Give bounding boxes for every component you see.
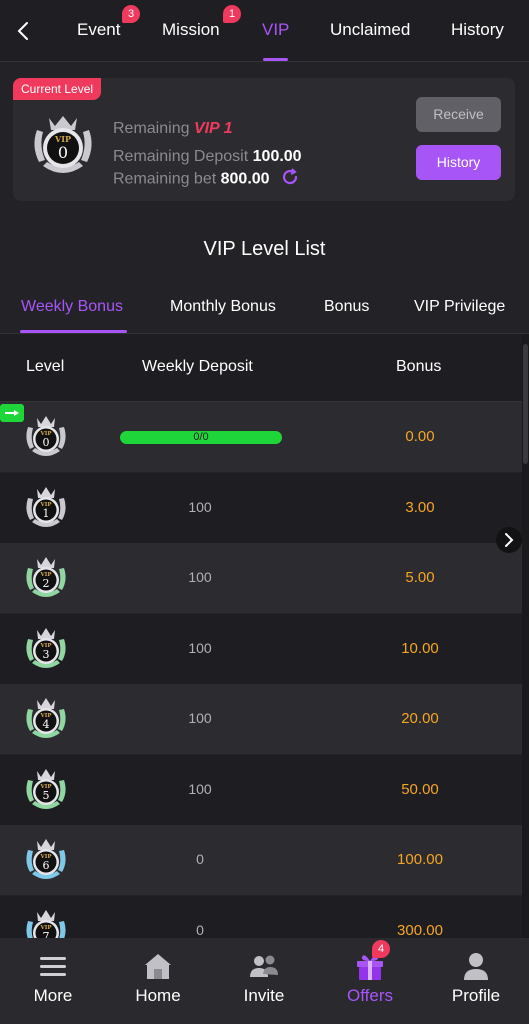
nav-label: Invite: [243, 986, 285, 1005]
chevron-right-icon[interactable]: [496, 527, 522, 553]
nav-home[interactable]: Home: [108, 938, 208, 1024]
table-row: VIP 1 100 3.00: [0, 472, 522, 543]
nav-label: Profile: [451, 986, 501, 1005]
bonus-cell: 50.00: [401, 780, 439, 798]
vip-medal-icon: VIP 7: [22, 907, 70, 939]
table-row: VIP 4 100 20.00: [0, 684, 522, 754]
profile-icon: [460, 950, 492, 982]
remaining-vip-line: Remaining VIP 1: [113, 120, 232, 138]
pointing-hand-icon: [0, 404, 24, 422]
vip-medal-icon: VIP 6: [22, 836, 70, 884]
nav-label: More: [33, 986, 73, 1005]
bonus-cell: 100.00: [397, 851, 443, 868]
current-level-card: Current Level VIP 0 Remaining VIP 1 Rema…: [13, 78, 515, 201]
medal-level-number: 0: [43, 436, 50, 449]
nav-label: Offers: [347, 986, 393, 1005]
remaining-bet-value: 800.00: [220, 170, 270, 188]
weekly-deposit-cell: 0: [196, 851, 204, 867]
bonus-cell: 0.00: [405, 428, 435, 445]
remaining-deposit-line: Remaining Deposit 100.00: [113, 148, 302, 166]
history-button[interactable]: History: [416, 145, 501, 180]
weekly-deposit-cell: 100: [188, 780, 212, 797]
vip-level-table: Level Weekly Deposit Bonus VIP 0 0/0 0.00 VI…: [0, 334, 522, 938]
nav-invite[interactable]: Invite: [214, 938, 314, 1024]
vip-medal-icon: VIP 3: [22, 625, 70, 673]
users-icon: [248, 950, 280, 982]
remaining-deposit-value: 100.00: [252, 148, 302, 165]
bonus-tabs: Weekly Bonus Monthly Bonus Bonus VIP Pri…: [0, 290, 529, 334]
table-row: VIP 2 100 5.00: [0, 543, 522, 613]
tab-monthly-bonus[interactable]: Monthly Bonus: [170, 298, 276, 316]
chevron-left-icon[interactable]: [10, 18, 36, 44]
weekly-deposit-cell: 100: [188, 498, 212, 515]
offers-badge: 4: [372, 940, 390, 958]
next-vip-level: VIP 1: [193, 120, 233, 137]
tab-history[interactable]: History: [451, 20, 504, 40]
mission-badge: 1: [223, 5, 241, 23]
table-row: VIP 0 0/0 0.00: [0, 402, 522, 472]
bonus-cell: 3.00: [405, 498, 435, 516]
medal-level-number: 3: [43, 648, 50, 661]
remaining-label: Remaining: [113, 120, 190, 137]
current-level-tag: Current Level: [13, 78, 102, 100]
table-row: VIP 7 0 300.00: [0, 895, 522, 939]
tab-vip-privilege[interactable]: VIP Privilege: [414, 298, 505, 316]
home-icon: [142, 950, 174, 982]
tab-unclaimed[interactable]: Unclaimed: [330, 20, 410, 40]
vip-medal-icon: VIP 4: [22, 695, 70, 743]
weekly-deposit-cell: 100: [188, 710, 212, 726]
tab-mission[interactable]: Mission: [162, 20, 220, 40]
vip-medal-icon: VIP 2: [22, 554, 70, 602]
vip-level-list-title: VIP Level List: [203, 238, 326, 260]
remaining-deposit-label: Remaining Deposit: [113, 148, 249, 165]
table-row: VIP 6 0 100.00: [0, 825, 522, 895]
medal-level-number: 2: [43, 577, 50, 590]
table-row: VIP 3 100 10.00: [0, 613, 522, 684]
medal-level-number: 5: [43, 789, 50, 802]
event-badge: 3: [122, 5, 140, 23]
weekly-deposit-cell: 100: [188, 639, 212, 656]
medal-level-number: 6: [43, 859, 50, 872]
tab-bonus[interactable]: Bonus: [324, 298, 369, 316]
vip-medal-icon: VIP 5: [22, 766, 70, 814]
deposit-progress-text: 0/0: [193, 431, 209, 443]
weekly-deposit-cell: 100: [188, 569, 212, 585]
bonus-cell: 20.00: [401, 710, 439, 727]
tab-active-indicator: [263, 58, 288, 61]
vip-medal-icon: VIP 1: [22, 484, 70, 532]
deposit-progress-bar: 0/0: [120, 431, 282, 444]
scroll-thumb[interactable]: [523, 344, 528, 464]
bonus-cell: 10.00: [401, 639, 439, 657]
medal-level-number: 0: [58, 143, 68, 162]
medal-level-number: 7: [43, 930, 50, 939]
header-level: Level: [26, 358, 65, 375]
table-row: VIP 5 100 50.00: [0, 754, 522, 825]
nav-label: Home: [135, 986, 181, 1005]
receive-button[interactable]: Receive: [416, 97, 501, 132]
bonus-cell: 300.00: [397, 921, 443, 939]
tab-event[interactable]: Event: [77, 20, 120, 40]
nav-offers[interactable]: 4 Offers: [320, 938, 420, 1024]
menu-icon: [37, 950, 69, 982]
table-header: Level Weekly Deposit Bonus: [0, 334, 522, 402]
top-navigation: Event 3 Mission 1 VIP Unclaimed History: [0, 0, 529, 62]
bonus-cell: 5.00: [405, 569, 435, 586]
vip-page: Event 3 Mission 1 VIP Unclaimed History …: [0, 0, 529, 1024]
bottom-navigation: More Home Invite 4 Offers Profile: [0, 938, 529, 1024]
header-bonus: Bonus: [396, 358, 442, 375]
header-weekly-deposit: Weekly Deposit: [142, 358, 253, 375]
remaining-bet-label: Remaining bet: [113, 170, 217, 188]
weekly-deposit-cell: 0: [196, 921, 204, 938]
nav-profile[interactable]: Profile: [426, 938, 526, 1024]
remaining-bet-line: Remaining bet 800.00: [113, 167, 300, 192]
tab-weekly-bonus[interactable]: Weekly Bonus: [21, 298, 123, 316]
tab-vip[interactable]: VIP: [262, 20, 289, 40]
refresh-icon[interactable]: [280, 167, 300, 192]
medal-level-number: 1: [43, 507, 50, 520]
vip-medal-icon: VIP 0: [27, 110, 99, 182]
scrollbar[interactable]: [522, 334, 529, 938]
vip-medal-icon: VIP 0: [22, 413, 70, 461]
nav-more[interactable]: More: [3, 938, 103, 1024]
medal-level-number: 4: [43, 718, 50, 731]
